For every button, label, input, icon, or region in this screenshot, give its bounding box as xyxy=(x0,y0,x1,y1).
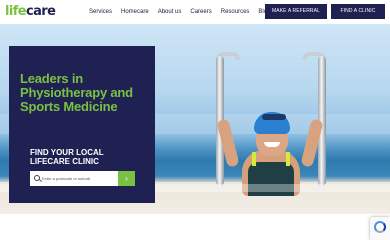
swimmer-smile xyxy=(264,142,280,147)
find-a-clinic-button[interactable]: FIND A CLINIC xyxy=(331,4,385,19)
lifecare-logo[interactable]: lifecare xyxy=(5,4,56,20)
search-go-button[interactable]: › xyxy=(118,171,135,186)
nav-item-resources[interactable]: Resources xyxy=(221,8,250,16)
make-a-referral-button[interactable]: MAKE A REFERRAL xyxy=(265,4,327,19)
nav-item-about-us[interactable]: About us xyxy=(158,8,182,16)
nav-item-careers[interactable]: Careers xyxy=(190,8,211,16)
nav-item-homecare[interactable]: Homecare xyxy=(121,8,149,16)
find-clinic-heading: FIND YOUR LOCAL LIFECARE CLINIC xyxy=(30,148,104,166)
logo-life: life xyxy=(5,4,27,19)
logo-care: care xyxy=(26,4,56,19)
swim-goggles xyxy=(262,114,286,120)
hero-headline: Leaders in Physiotherapy and Sports Medi… xyxy=(20,71,133,114)
main-nav: Services Homecare About us Careers Resou… xyxy=(89,8,270,16)
search-icon xyxy=(34,175,40,181)
nav-item-services[interactable]: Services xyxy=(89,8,112,16)
site-header: lifecare Services Homecare About us Care… xyxy=(0,0,390,24)
swimsuit-strap-left xyxy=(252,152,256,166)
postcode-search-input[interactable] xyxy=(42,171,116,186)
swimsuit-strap-right xyxy=(286,152,290,166)
recaptcha-icon xyxy=(374,221,386,233)
